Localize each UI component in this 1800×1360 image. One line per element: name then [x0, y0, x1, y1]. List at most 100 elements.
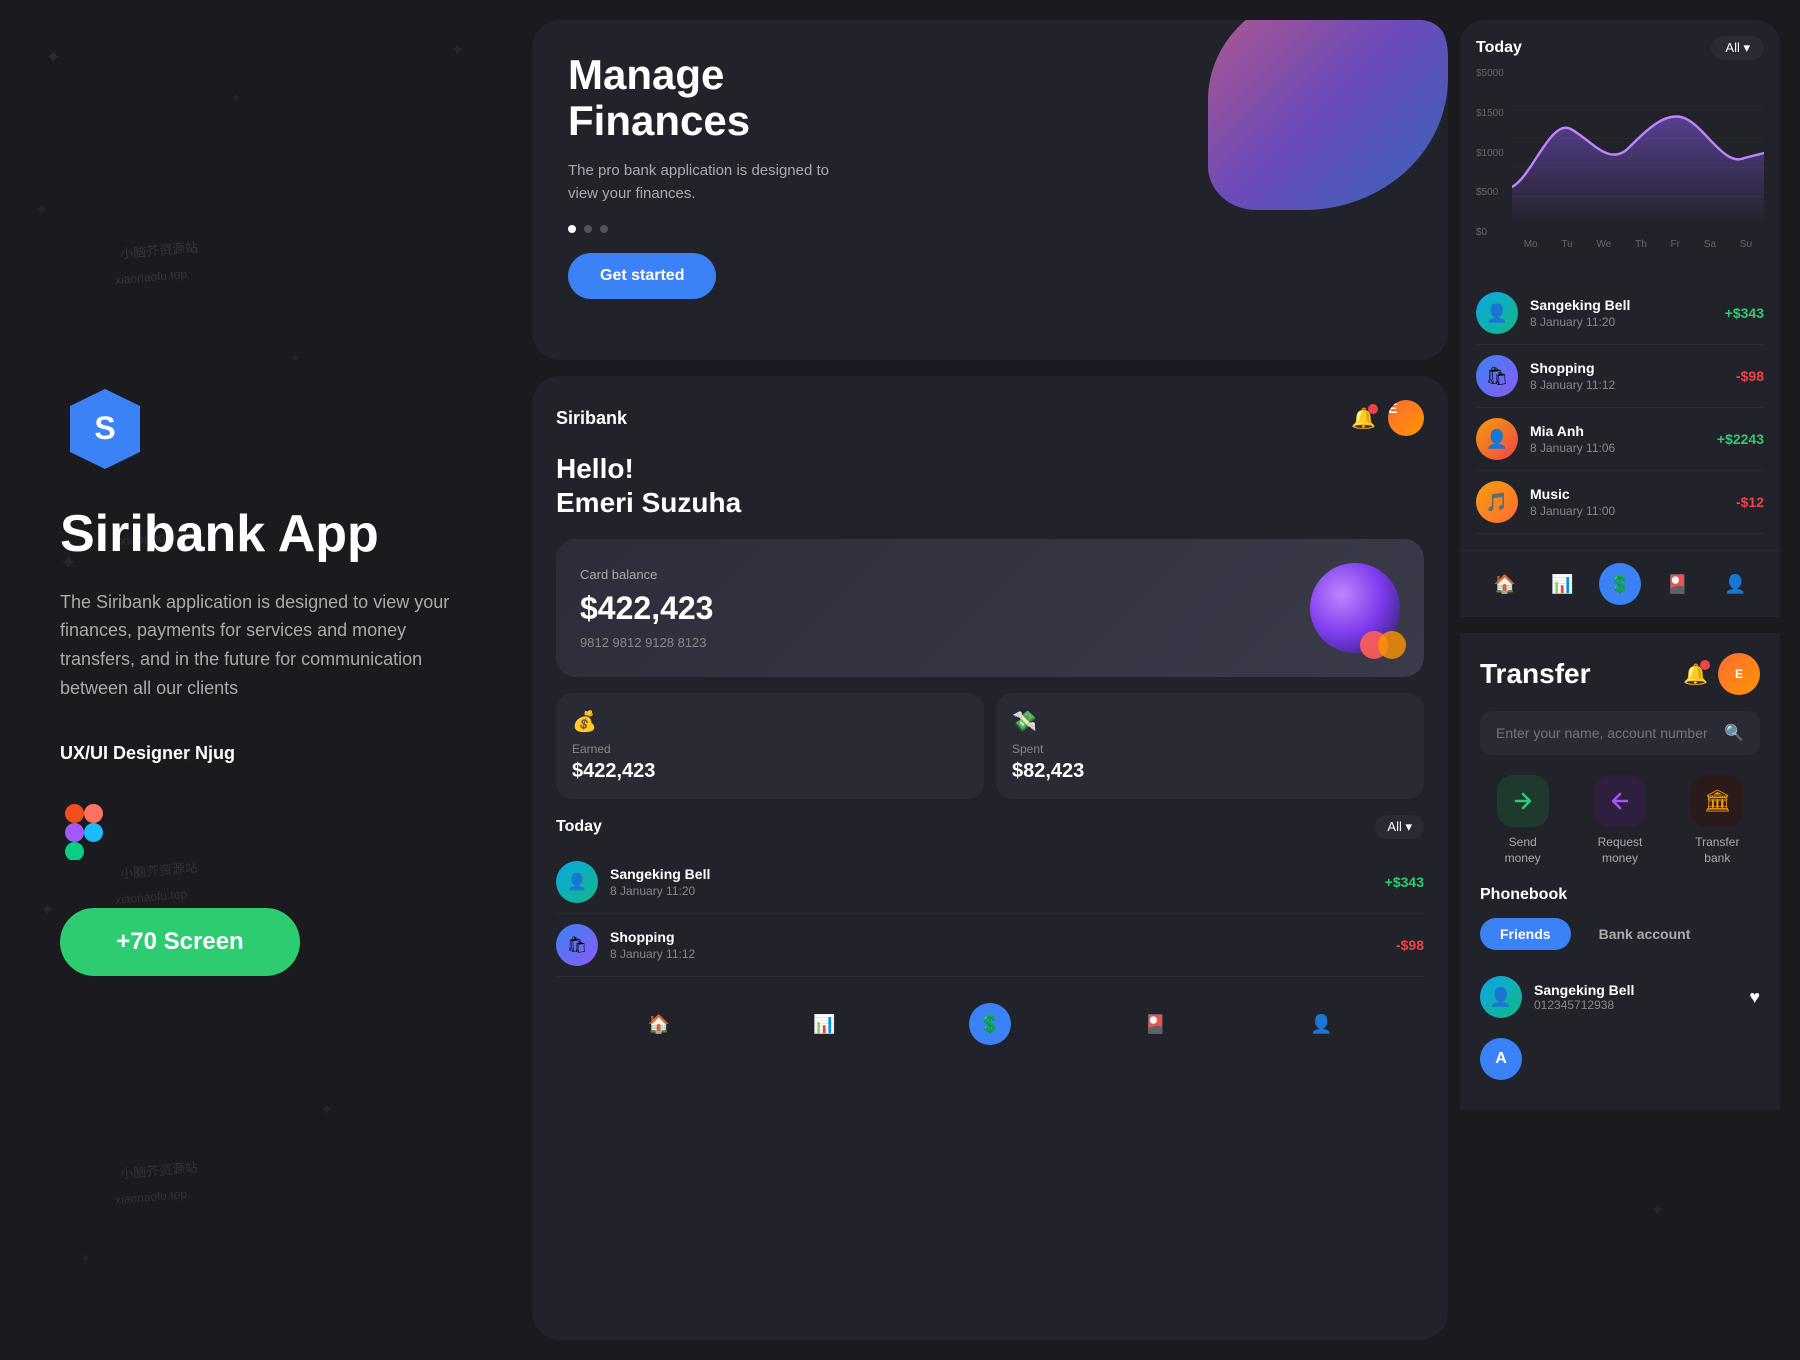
card-balance-amount: $422,423 [580, 590, 713, 627]
x-label-sa: Sa [1704, 239, 1716, 250]
user-avatar-header[interactable]: E [1388, 400, 1424, 436]
today-section: Today All ▾ 👤 Sangeking Bell 8 January 1… [556, 815, 1424, 977]
right-trans-name-1: Shopping [1530, 360, 1724, 376]
x-label-tu: Tu [1561, 239, 1572, 250]
right-nav-home[interactable]: 🏠 [1484, 563, 1526, 605]
nav-profile[interactable]: 👤 [1300, 1003, 1342, 1045]
main-phone-card: Siribank 🔔 E Hello! Emeri Suzuha [532, 376, 1448, 1340]
spent-icon: 💸 [1012, 709, 1408, 734]
phone-brand-label: Siribank [556, 408, 627, 429]
y-label-3: $500 [1476, 187, 1504, 198]
nav-chart[interactable]: 📊 [803, 1003, 845, 1045]
right-trans-2: 👤 Mia Anh 8 January 11:06 +$2243 [1476, 408, 1764, 471]
search-input-wrap[interactable]: 🔍 [1480, 711, 1760, 755]
search-icon: 🔍 [1724, 723, 1744, 743]
earned-label: Earned [572, 742, 968, 756]
heart-icon[interactable]: ♥ [1749, 987, 1760, 1008]
right-nav-card[interactable]: 🎴 [1657, 563, 1699, 605]
contact-name-0: Sangeking Bell [1534, 982, 1737, 998]
dot-1[interactable] [568, 225, 576, 233]
notification-bell-wrap: 🔔 [1351, 406, 1376, 431]
right-nav-dollar[interactable]: 💲 [1599, 563, 1641, 605]
right-trans-date-0: 8 January 11:20 [1530, 315, 1713, 329]
dot-2[interactable] [584, 225, 592, 233]
right-trans-name-3: Music [1530, 486, 1724, 502]
right-trans-avatar-2: 👤 [1476, 418, 1518, 460]
transfer-bank-action[interactable]: 🏛 Transfer bank [1675, 775, 1760, 866]
right-nav-chart[interactable]: 📊 [1541, 563, 1583, 605]
carousel-dots [568, 225, 1412, 233]
phone-header-icons: 🔔 E [1351, 400, 1424, 436]
right-trans-date-3: 8 January 11:00 [1530, 504, 1724, 518]
contact-item-initial: A [1480, 1028, 1760, 1090]
y-label-4: $0 [1476, 227, 1504, 238]
screen-count-button[interactable]: +70 Screen [60, 908, 300, 976]
transfer-search-input[interactable] [1496, 725, 1714, 741]
chart-all-filter[interactable]: All ▾ [1711, 36, 1764, 60]
trans-name-0: Sangeking Bell [610, 866, 1373, 882]
right-trans-avatar-3: 🎵 [1476, 481, 1518, 523]
right-trans-amount-2: +$2243 [1717, 431, 1764, 447]
transaction-item: 👤 Sangeking Bell 8 January 11:20 +$343 [556, 851, 1424, 914]
svg-text:S: S [94, 410, 115, 446]
nav-dollar[interactable]: 💲 [969, 1003, 1011, 1045]
right-nav-profile[interactable]: 👤 [1714, 563, 1756, 605]
request-money-action[interactable]: Request money [1577, 775, 1662, 866]
spent-stat: 💸 Spent $82,423 [996, 693, 1424, 799]
greeting-text: Hello! Emeri Suzuha [556, 452, 1424, 519]
x-label-we: We [1596, 239, 1611, 250]
nav-card[interactable]: 🎴 [1135, 1003, 1177, 1045]
x-label-fr: Fr [1671, 239, 1680, 250]
dot-3[interactable] [600, 225, 608, 233]
notification-dot [1368, 404, 1378, 414]
chart-panel: Today All ▾ $5000 $1500 $1000 $500 $0 [1460, 20, 1780, 266]
chart-title: Today [1476, 39, 1522, 57]
today-title: Today [556, 818, 602, 836]
contact-avatar-0: 👤 [1480, 976, 1522, 1018]
y-label-1: $1500 [1476, 108, 1504, 119]
card-number: 9812 9812 9128 8123 [580, 635, 713, 650]
x-label-su: Su [1740, 239, 1752, 250]
bottom-navigation: 🏠 📊 💲 🎴 👤 [556, 989, 1424, 1059]
get-started-button[interactable]: Get started [568, 253, 716, 299]
right-trans-3: 🎵 Music 8 January 11:00 -$12 [1476, 471, 1764, 534]
transfer-bank-label: Transfer bank [1695, 835, 1739, 866]
phonebook-tab-bank[interactable]: Bank account [1579, 918, 1711, 950]
card-balance-card: Card balance $422,423 9812 9812 9128 812… [556, 539, 1424, 677]
right-trans-0: 👤 Sangeking Bell 8 January 11:20 +$343 [1476, 282, 1764, 345]
trans-amount-1: -$98 [1396, 937, 1424, 953]
trans-avatar-sangeking: 👤 [556, 861, 598, 903]
phonebook-tab-friends[interactable]: Friends [1480, 918, 1571, 950]
send-money-action[interactable]: Send money [1480, 775, 1565, 866]
intro-phone-card: Manage Finances The pro bank application… [532, 20, 1448, 360]
transfer-bell-wrap: 🔔 [1683, 662, 1708, 687]
y-label-2: $1000 [1476, 148, 1504, 159]
right-trans-avatar-1: 🛍 [1476, 355, 1518, 397]
transfer-avatar[interactable]: E [1718, 653, 1760, 695]
right-trans-date-1: 8 January 11:12 [1530, 378, 1724, 392]
contact-number-0: 012345712938 [1534, 998, 1737, 1012]
earned-stat: 💰 Earned $422,423 [556, 693, 984, 799]
transaction-item: 🛍 Shopping 8 January 11:12 -$98 [556, 914, 1424, 977]
figma-icon [60, 804, 108, 860]
nav-home[interactable]: 🏠 [638, 1003, 680, 1045]
earned-amount: $422,423 [572, 760, 968, 783]
x-label-mo: Mo [1524, 239, 1538, 250]
spent-label: Spent [1012, 742, 1408, 756]
logo-hexagon: S [60, 384, 150, 474]
stats-row: 💰 Earned $422,423 💸 Spent $82,423 [556, 693, 1424, 799]
all-filter-badge[interactable]: All ▾ [1375, 815, 1424, 839]
request-money-icon [1594, 775, 1646, 827]
trans-name-1: Shopping [610, 929, 1384, 945]
request-money-label: Request money [1598, 835, 1643, 866]
trans-date-1: 8 January 11:12 [610, 947, 1384, 961]
trans-amount-0: +$343 [1385, 874, 1424, 890]
phonebook-title: Phonebook [1480, 886, 1760, 904]
left-panel: S Siribank App The Siribank application … [0, 0, 520, 1360]
trans-date-0: 8 January 11:20 [610, 884, 1373, 898]
transfer-title: Transfer [1480, 658, 1591, 690]
today-header: Today All ▾ [556, 815, 1424, 839]
right-trans-amount-0: +$343 [1725, 305, 1764, 321]
quick-actions: Send money Request money 🏛 Transfer bank [1480, 775, 1760, 866]
right-stack: Today All ▾ $5000 $1500 $1000 $500 $0 [1460, 0, 1800, 1360]
